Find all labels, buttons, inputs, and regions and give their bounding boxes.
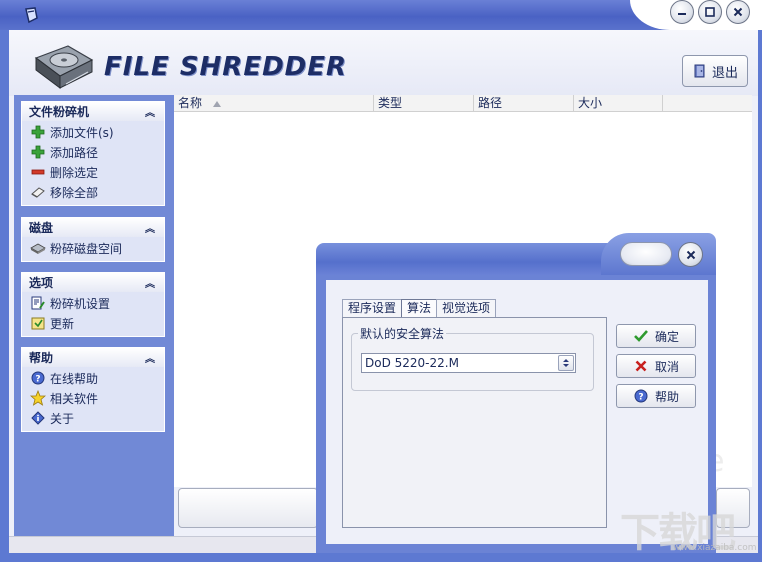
plus-icon	[30, 144, 46, 160]
settings-icon	[30, 295, 46, 311]
sidebar-item-label: 添加路径	[50, 145, 99, 160]
cancel-button[interactable]: 取消	[616, 354, 696, 378]
sidebar-item-add-files[interactable]: 添加文件(s)	[22, 122, 164, 142]
sidebar-item-remove-all[interactable]: 移除全部	[22, 182, 164, 202]
group-title: 选项	[29, 276, 54, 290]
tab-page-algorithm: 默认的安全算法 DoD 5220-22.M	[342, 317, 607, 528]
svg-text:?: ?	[35, 375, 40, 385]
tab-visual-options[interactable]: 视觉选项	[436, 299, 497, 317]
info-icon	[30, 410, 46, 426]
column-header-path[interactable]: 路径	[474, 95, 574, 112]
sidebar-item-shred-disk-space[interactable]: 粉碎磁盘空间	[22, 238, 164, 258]
sidebar-item-label: 在线帮助	[50, 371, 99, 386]
group-header[interactable]: 文件粉碎机 ︽	[22, 102, 164, 121]
close-button[interactable]	[726, 0, 750, 24]
column-header-name[interactable]: 名称	[174, 95, 374, 112]
tab-program-settings[interactable]: 程序设置	[342, 299, 403, 317]
group-disk: 磁盘 ︽ 粉碎磁盘空间	[21, 217, 165, 262]
sort-ascending-icon	[213, 101, 221, 107]
checkmark-icon	[633, 328, 649, 344]
updown-spinner-icon[interactable]	[558, 355, 574, 371]
sidebar-item-label: 添加文件(s)	[50, 125, 114, 140]
close-icon	[733, 7, 743, 17]
column-header-size[interactable]: 大小	[574, 95, 663, 112]
eraser-icon	[30, 184, 46, 200]
dialog-minimize-button[interactable]	[620, 242, 672, 266]
column-label: 名称	[178, 96, 203, 110]
sidebar-item-add-path[interactable]: 添加路径	[22, 142, 164, 162]
star-icon	[30, 390, 46, 406]
cancel-label: 取消	[654, 359, 679, 374]
sidebar-item-label: 粉碎磁盘空间	[50, 241, 123, 256]
disk-icon	[30, 240, 46, 256]
maximize-icon	[705, 7, 715, 17]
collapse-chevron-icon[interactable]: ︽	[143, 351, 157, 365]
maximize-button[interactable]	[698, 0, 722, 24]
cross-icon	[633, 358, 649, 374]
collapse-chevron-icon[interactable]: ︽	[143, 276, 157, 290]
sidebar-item-label: 删除选定	[50, 165, 99, 180]
group-title: 文件粉碎机	[29, 105, 90, 119]
svg-text:?: ?	[638, 393, 643, 403]
dialog-close-button[interactable]	[678, 242, 703, 267]
group-file-shredder: 文件粉碎机 ︽ 添加文件(s) 添加路径 删除选定 移除全部	[21, 101, 165, 206]
sidebar-item-label: 粉碎机设置	[50, 296, 111, 311]
ok-button[interactable]: 确定	[616, 324, 696, 348]
algorithm-group-label: 默认的安全算法	[358, 325, 447, 342]
update-icon	[30, 315, 46, 331]
column-label: 类型	[378, 96, 403, 110]
plus-icon	[30, 124, 46, 140]
sidebar-item-shredder-settings[interactable]: 粉碎机设置	[22, 293, 164, 313]
algorithm-group: 默认的安全算法 DoD 5220-22.M	[351, 325, 594, 391]
help-label: 帮助	[654, 389, 679, 404]
app-logo-text: FILE SHREDDER	[104, 52, 348, 82]
group-help: 帮助 ︽ ? 在线帮助 相关软件 关于	[21, 347, 165, 432]
sidebar-item-label: 关于	[50, 411, 75, 426]
door-exit-icon	[694, 64, 705, 78]
sidebar-item-delete-selected[interactable]: 删除选定	[22, 162, 164, 182]
minimize-button[interactable]	[670, 0, 694, 24]
sidebar-item-online-help[interactable]: ? 在线帮助	[22, 368, 164, 388]
column-label: 大小	[578, 96, 603, 110]
algorithm-select-value: DoD 5220-22.M	[365, 356, 459, 370]
algorithm-select[interactable]: DoD 5220-22.M	[361, 353, 576, 373]
watermark-url: www.xiazaiba.com	[673, 543, 757, 553]
list-header: 名称 类型 路径 大小	[174, 95, 752, 112]
column-header-type[interactable]: 类型	[374, 95, 474, 112]
group-title: 帮助	[29, 351, 54, 365]
group-title: 磁盘	[29, 221, 54, 235]
collapse-chevron-icon[interactable]: ︽	[143, 105, 157, 119]
sidebar-item-about[interactable]: 关于	[22, 408, 164, 428]
group-header[interactable]: 磁盘 ︽	[22, 218, 164, 237]
title-bar	[0, 0, 762, 30]
shred-button[interactable]	[178, 488, 318, 528]
sidebar-item-label: 更新	[50, 316, 75, 331]
sidebar-item-label: 相关软件	[50, 391, 99, 406]
dialog-tabs: 程序设置 算法 视觉选项	[342, 299, 497, 318]
group-options: 选项 ︽ 粉碎机设置 更新	[21, 272, 165, 337]
column-label: 路径	[478, 96, 503, 110]
exit-button[interactable]: 退出	[682, 55, 748, 87]
sidebar-item-related-software[interactable]: 相关软件	[22, 388, 164, 408]
exit-label: 退出	[711, 65, 738, 81]
minus-icon	[30, 164, 46, 180]
collapse-chevron-icon[interactable]: ︽	[143, 221, 157, 235]
help-button[interactable]: ? 帮助	[616, 384, 696, 408]
minimize-icon	[678, 13, 686, 15]
ok-label: 确定	[654, 329, 679, 344]
app-icon	[25, 7, 38, 24]
task-sidebar: 文件粉碎机 ︽ 添加文件(s) 添加路径 删除选定 移除全部 磁盘 ︽ 粉碎磁盘…	[14, 95, 174, 536]
sidebar-item-label: 移除全部	[50, 185, 99, 200]
help-icon: ?	[30, 370, 46, 386]
hard-disk-logo-icon	[34, 45, 94, 89]
close-icon	[686, 250, 695, 259]
tab-algorithm[interactable]: 算法	[401, 299, 438, 318]
group-header[interactable]: 帮助 ︽	[22, 348, 164, 367]
group-header[interactable]: 选项 ︽	[22, 273, 164, 292]
sidebar-item-update[interactable]: 更新	[22, 313, 164, 333]
help-icon: ?	[633, 388, 649, 404]
